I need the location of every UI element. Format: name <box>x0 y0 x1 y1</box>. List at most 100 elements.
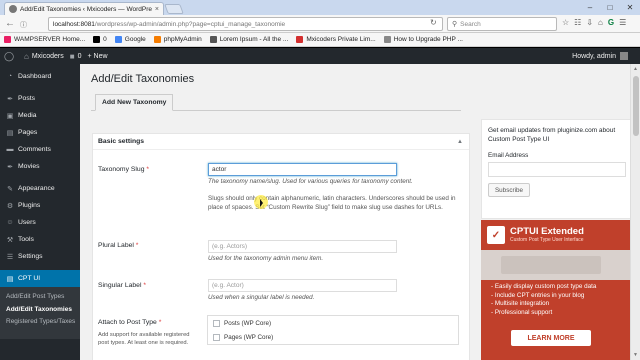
learn-more-button[interactable]: LEARN MORE <box>511 330 591 346</box>
browser-tab-bar: Add/Edit Taxonomies ‹ Mxicoders — WordPr… <box>0 0 640 15</box>
wrench-icon: ⚒ <box>6 236 14 244</box>
bookmark-favicon-icon <box>93 36 101 43</box>
bookmark-item[interactable]: 0 <box>93 36 107 43</box>
new-content-link[interactable]: + New <box>88 53 108 60</box>
ad-title: CPTUI Extended <box>510 225 584 237</box>
sidebar-item-plugins[interactable]: ⚙ Plugins <box>0 197 80 214</box>
page-icon: ▤ <box>6 129 14 137</box>
bookmark-item[interactable]: Mxicoders Private Lim... <box>296 36 376 43</box>
singular-label-label: Singular Label * <box>98 282 147 289</box>
plural-label-description: Used for the taxonomy admin menu item. <box>208 255 324 262</box>
checkmark-logo-icon: ✓ <box>487 226 505 244</box>
window-controls: – □ ✕ <box>580 0 640 14</box>
post-type-checklist: Posts (WP Core) Pages (WP Core) <box>207 315 459 345</box>
email-updates-widget: Get email updates from pluginize.com abo… <box>481 119 631 219</box>
sidebar-item-posts[interactable]: ✒ Posts <box>0 90 80 107</box>
sidebar-item-settings[interactable]: ☰ Settings <box>0 248 80 265</box>
sidebar-item-comments[interactable]: ▬ Comments <box>0 141 80 158</box>
submenu-registered-types[interactable]: Registered Types/Taxes <box>0 316 80 336</box>
cptui-extended-ad[interactable]: ✓ CPTUI Extended Custom Post Type User I… <box>481 220 631 360</box>
bookmark-favicon-icon <box>114 36 122 43</box>
sidebar-item-pages[interactable]: ▤ Pages <box>0 124 80 141</box>
attach-post-type-label: Attach to Post Type * <box>98 319 162 326</box>
submenu-add-edit-taxonomies[interactable]: Add/Edit Taxonomies <box>0 303 80 316</box>
bookmark-item[interactable]: How to Upgrade PHP ... <box>383 36 463 43</box>
email-label: Email Address <box>488 152 529 160</box>
scroll-up-icon[interactable]: ▲ <box>633 66 638 72</box>
home-icon: ⌂ <box>24 51 29 61</box>
download-icon[interactable]: ⇩ <box>586 18 593 27</box>
sidebar-item-cpt-ui[interactable]: ▤ CPT UI <box>0 270 80 287</box>
ad-feature: - Easily display custom post type data <box>491 283 597 290</box>
slug-note: Slugs should only contain alphanumeric, … <box>208 195 456 211</box>
plugin-icon: ⚙ <box>6 202 14 210</box>
account-menu[interactable]: Howdy, admin <box>572 52 628 60</box>
subscribe-button[interactable]: Subscribe <box>488 183 530 198</box>
search-placeholder: Search <box>460 20 481 28</box>
site-name-link[interactable]: ⌂ Mxicoders <box>24 52 64 61</box>
search-field[interactable]: ⚲ Search <box>447 17 557 31</box>
checkbox-posts[interactable]: Posts (WP Core) <box>208 316 458 330</box>
panel-header[interactable]: Basic settings ▲ <box>93 134 469 150</box>
close-window-icon[interactable]: ✕ <box>620 0 640 14</box>
avatar <box>620 52 628 60</box>
menu-icon[interactable]: ☰ <box>619 18 626 27</box>
sidebar-item-appearance[interactable]: ✎ Appearance <box>0 180 80 197</box>
bookmark-favicon-icon <box>4 36 11 43</box>
maximize-icon[interactable]: □ <box>600 0 620 14</box>
user-icon: ☺ <box>6 219 14 226</box>
reload-icon[interactable]: ↻ <box>430 18 437 27</box>
reading-list-icon[interactable]: ☷ <box>574 18 581 27</box>
bookmark-item[interactable]: Google <box>114 36 146 43</box>
close-tab-icon[interactable]: × <box>155 6 159 13</box>
address-url: localhost:8081/wordpress/wp-admin/admin.… <box>53 20 286 28</box>
checkbox-icon[interactable] <box>213 319 220 327</box>
sidebar-item-media[interactable]: ▣ Media <box>0 107 80 124</box>
widget-description: Get email updates from pluginize.com abo… <box>488 127 616 144</box>
page-scrollbar[interactable]: ▲ ▼ <box>630 64 640 360</box>
taxonomy-slug-description: The taxonomy name/slug. Used for various… <box>208 178 413 185</box>
bookmark-item[interactable]: Lorem Ipsum - All the ... <box>209 36 288 43</box>
singular-label-description: Used when a singular label is needed. <box>208 294 315 301</box>
wordpress-favicon-icon <box>9 5 17 13</box>
brush-icon: ✎ <box>7 185 13 193</box>
email-input[interactable] <box>488 162 626 178</box>
submenu-add-edit-post-types[interactable]: Add/Edit Post Types <box>0 290 80 303</box>
sidebar-item-tools[interactable]: ⚒ Tools <box>0 231 80 248</box>
singular-label-input[interactable]: (e.g. Actor) <box>208 279 397 292</box>
tab-add-new-taxonomy[interactable]: Add New Taxonomy <box>95 94 174 111</box>
minimize-icon[interactable]: – <box>580 0 600 14</box>
plural-label-input[interactable]: (e.g. Actors) <box>208 240 397 253</box>
browser-tab-title: Add/Edit Taxonomies ‹ Mxicoders — WordPr… <box>20 5 152 13</box>
info-icon[interactable]: ⓘ <box>20 20 27 30</box>
scroll-down-icon[interactable]: ▼ <box>633 352 638 358</box>
grammarly-icon[interactable]: G <box>608 18 614 27</box>
checkbox-icon[interactable] <box>213 333 220 341</box>
bookmark-favicon-icon <box>153 36 161 43</box>
sidebar-item-users[interactable]: ☺ Users <box>0 214 80 231</box>
browser-tab[interactable]: Add/Edit Taxonomies ‹ Mxicoders — WordPr… <box>4 2 164 15</box>
home-icon[interactable]: ⌂ <box>598 18 603 27</box>
ad-feature: - Multisite integration <box>491 300 550 307</box>
sidebar-item-dashboard[interactable]: ◔ Dashboard <box>0 68 80 85</box>
comments-link[interactable]: ■ 0 <box>70 52 82 61</box>
ad-illustration <box>481 250 631 280</box>
ad-feature: - Include CPT entries in your blog <box>491 291 585 299</box>
plural-label-label: Plural Label * <box>98 242 139 249</box>
star-icon[interactable]: ☆ <box>562 18 569 27</box>
attach-post-type-description: Add support for available registered pos… <box>98 332 190 346</box>
taxonomy-slug-input[interactable]: actor <box>208 163 397 176</box>
checkbox-pages[interactable]: Pages (WP Core) <box>208 330 458 344</box>
address-bar[interactable]: localhost:8081/wordpress/wp-admin/admin.… <box>48 17 443 31</box>
bookmarks-bar: WAMPSERVER Home... 0 Google phpMyAdmin L… <box>0 33 640 47</box>
wordpress-logo-icon[interactable]: ◯ <box>0 51 18 62</box>
back-arrow-icon[interactable]: ← <box>5 18 15 29</box>
bookmark-item[interactable]: phpMyAdmin <box>153 36 202 43</box>
comment-icon: ■ <box>69 51 75 61</box>
bookmark-item[interactable]: WAMPSERVER Home... <box>4 36 85 43</box>
scroll-thumb[interactable] <box>633 76 639 136</box>
bookmark-favicon-icon <box>209 36 217 43</box>
sidebar-item-movies[interactable]: ✒ Movies <box>0 158 80 175</box>
new-tab-button[interactable] <box>164 4 184 14</box>
collapse-arrow-icon[interactable]: ▲ <box>457 139 463 145</box>
